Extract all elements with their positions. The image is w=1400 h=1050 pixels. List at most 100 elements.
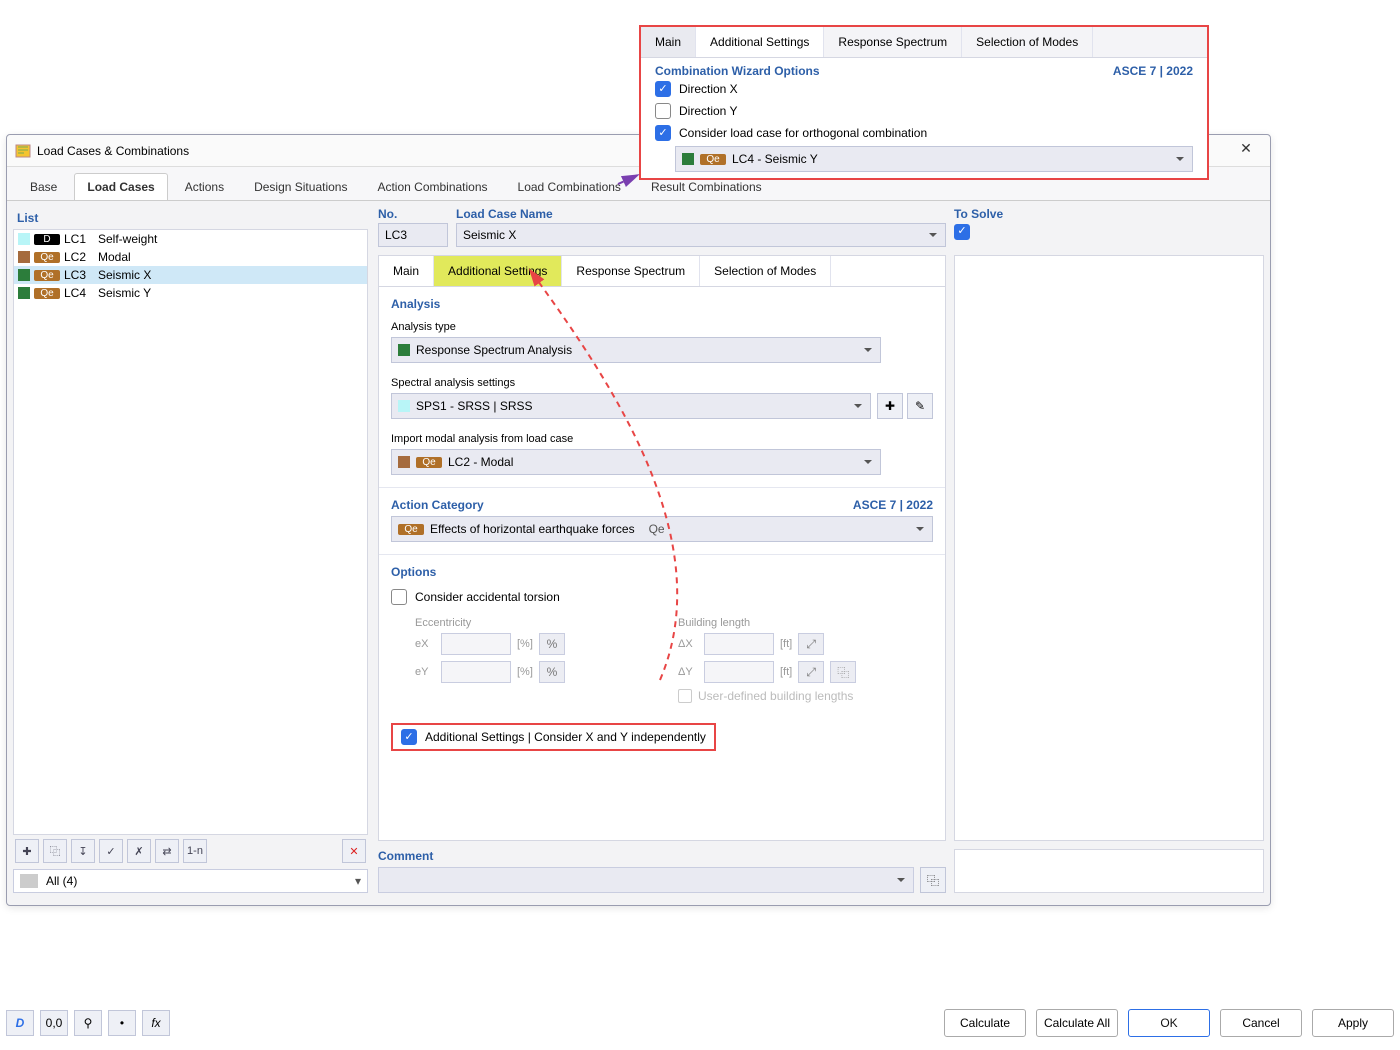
tab-design[interactable]: Design Situations — [241, 173, 360, 200]
list-item[interactable]: QeLC2Modal — [14, 248, 367, 266]
xy-highlight-box: Additional Settings | Consider X and Y i… — [391, 723, 716, 751]
diry-label: Direction Y — [679, 104, 737, 118]
analysis-type-select[interactable]: Response Spectrum Analysis — [391, 337, 881, 363]
cancel-button[interactable]: Cancel — [1220, 1009, 1302, 1037]
list-item[interactable]: DLC1Self-weight — [14, 230, 367, 248]
xy-independent-checkbox[interactable] — [401, 729, 417, 745]
action-header: Action Category — [379, 488, 496, 514]
inner-tabs: Main Additional Settings Response Spectr… — [379, 256, 945, 287]
function-icon[interactable]: fx — [142, 1010, 170, 1036]
calculate-button[interactable]: Calculate — [944, 1009, 1026, 1037]
dy-input[interactable] — [704, 661, 774, 683]
torsion-checkbox[interactable] — [391, 589, 407, 605]
dx-input[interactable] — [704, 633, 774, 655]
action-select[interactable]: QeEffects of horizontal earthquake force… — [391, 516, 933, 542]
diry-checkbox[interactable] — [655, 103, 671, 119]
bldg-label: Building length — [678, 617, 921, 629]
check-off-button[interactable]: ✗ — [127, 839, 151, 863]
callout-header: Combination Wizard Options — [655, 64, 820, 78]
itab-response[interactable]: Response Spectrum — [562, 256, 700, 286]
dy-copy-button[interactable]: ⿻ — [830, 661, 856, 683]
tab-action-comb[interactable]: Action Combinations — [364, 173, 500, 200]
right-panel: No. LC3 Load Case Name Seismic X To Solv… — [378, 207, 1264, 893]
dx-pick-button[interactable]: ⤢ — [798, 633, 824, 655]
ctab-main[interactable]: Main — [641, 27, 696, 57]
preview-box-1 — [954, 255, 1264, 841]
name-label: Load Case Name — [456, 207, 946, 223]
ex-pct-button[interactable]: % — [539, 633, 565, 655]
analysis-header: Analysis — [379, 287, 945, 313]
list-toolbar: ✚ ⿻ ↧ ✓ ✗ ⇄ 1-n ✕ — [13, 835, 368, 867]
list-item[interactable]: QeLC3Seismic X — [14, 266, 367, 284]
ortho-checkbox[interactable] — [655, 125, 671, 141]
list-filter[interactable]: All (4) ▾ — [13, 869, 368, 893]
no-input[interactable]: LC3 — [378, 223, 448, 247]
ctab-modes[interactable]: Selection of Modes — [962, 27, 1093, 57]
calculate-all-button[interactable]: Calculate All — [1036, 1009, 1118, 1037]
ortho-label: Consider load case for orthogonal combin… — [679, 126, 927, 140]
ok-button[interactable]: OK — [1128, 1009, 1210, 1037]
action-standard: ASCE 7 | 2022 — [853, 488, 945, 512]
edit-spectral-button[interactable]: ✎ — [907, 393, 933, 419]
new-button[interactable]: ✚ — [15, 839, 39, 863]
no-label: No. — [378, 207, 448, 223]
range-button[interactable]: 1-n — [183, 839, 207, 863]
tab-load-cases[interactable]: Load Cases — [74, 173, 167, 200]
diagnostics-icon[interactable]: ⚲ — [74, 1010, 102, 1036]
renumber-button[interactable]: ⇄ — [155, 839, 179, 863]
solve-checkbox[interactable] — [954, 224, 970, 240]
itab-main[interactable]: Main — [379, 256, 434, 286]
sort-button[interactable]: ↧ — [71, 839, 95, 863]
dy-pick-button[interactable]: ⤢ — [798, 661, 824, 683]
apply-button[interactable]: Apply — [1312, 1009, 1394, 1037]
new-spectral-button[interactable]: ✚ — [877, 393, 903, 419]
xy-independent-label: Additional Settings | Consider X and Y i… — [425, 730, 706, 744]
callout-standard: ASCE 7 | 2022 — [1113, 64, 1193, 78]
comment-input[interactable] — [378, 867, 914, 893]
itab-addl[interactable]: Additional Settings — [434, 256, 562, 286]
units-icon[interactable]: 0,0 — [40, 1010, 68, 1036]
filter-label: All (4) — [46, 874, 77, 888]
udbl-label: User-defined building lengths — [698, 689, 853, 703]
import-label: Import modal analysis from load case — [379, 425, 945, 447]
close-icon[interactable]: ✕ — [1222, 133, 1270, 163]
window-title: Load Cases & Combinations — [37, 144, 189, 158]
check-on-button[interactable]: ✓ — [99, 839, 123, 863]
ctab-response[interactable]: Response Spectrum — [824, 27, 962, 57]
app-icon — [15, 143, 31, 159]
list-header: List — [13, 207, 368, 229]
tab-actions[interactable]: Actions — [172, 173, 237, 200]
tab-base[interactable]: Base — [17, 173, 70, 200]
dirx-checkbox[interactable] — [655, 81, 671, 97]
ctab-addl[interactable]: Additional Settings — [696, 27, 824, 57]
ecc-label: Eccentricity — [415, 617, 658, 629]
comment-header: Comment — [378, 849, 946, 865]
dialog-window: Load Cases & Combinations ✕ Base Load Ca… — [6, 134, 1271, 906]
solve-label: To Solve — [954, 207, 1264, 223]
options-header: Options — [379, 555, 945, 581]
analysis-type-label: Analysis type — [379, 313, 945, 335]
delete-button[interactable]: ✕ — [342, 839, 366, 863]
spectral-select[interactable]: SPS1 - SRSS | SRSS — [391, 393, 871, 419]
ey-pct-button[interactable]: % — [539, 661, 565, 683]
import-select[interactable]: QeLC2 - Modal — [391, 449, 881, 475]
tab-load-comb[interactable]: Load Combinations — [505, 173, 634, 200]
copy-button[interactable]: ⿻ — [43, 839, 67, 863]
left-panel: List DLC1Self-weightQeLC2ModalQeLC3Seism… — [13, 207, 368, 893]
itab-modes[interactable]: Selection of Modes — [700, 256, 831, 286]
load-case-list[interactable]: DLC1Self-weightQeLC2ModalQeLC3Seismic XQ… — [13, 229, 368, 835]
list-item[interactable]: QeLC4Seismic Y — [14, 284, 367, 302]
dirx-label: Direction X — [679, 82, 738, 96]
main-content: Main Additional Settings Response Spectr… — [378, 255, 946, 841]
comment-edit-button[interactable]: ⿻ — [920, 867, 946, 893]
name-select[interactable]: Seismic X — [456, 223, 946, 247]
help-icon[interactable]: D — [6, 1010, 34, 1036]
ey-input[interactable] — [441, 661, 511, 683]
callout-panel: Main Additional Settings Response Spectr… — [639, 25, 1209, 180]
preview-box-2 — [954, 849, 1264, 893]
bottom-bar: D 0,0 ⚲ • fx Calculate Calculate All OK … — [6, 1006, 1394, 1040]
torsion-label: Consider accidental torsion — [415, 590, 560, 604]
status-icon[interactable]: • — [108, 1010, 136, 1036]
ex-input[interactable] — [441, 633, 511, 655]
ortho-select[interactable]: QeLC4 - Seismic Y — [675, 146, 1193, 172]
